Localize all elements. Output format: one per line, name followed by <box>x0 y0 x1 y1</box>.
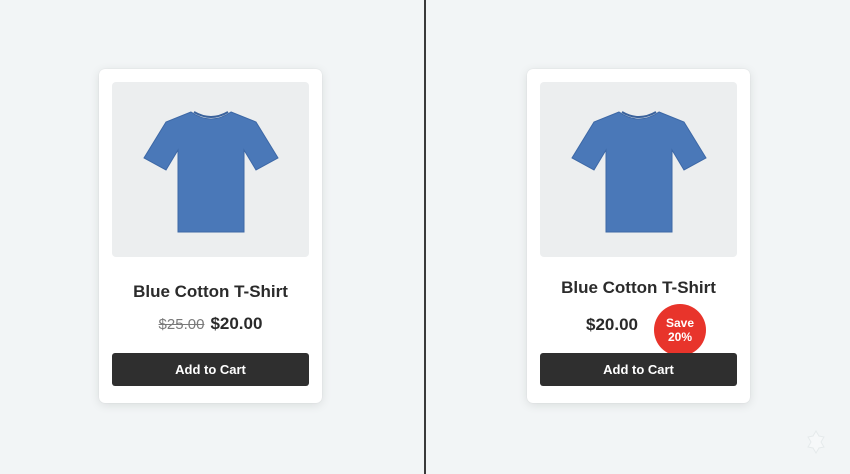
sale-price: $20.00 <box>210 314 263 333</box>
product-image[interactable] <box>112 82 309 257</box>
product-title: Blue Cotton T-Shirt <box>561 278 716 297</box>
price-row: $25.00 $20.00 <box>99 314 322 334</box>
product-card-variant: Blue Cotton T-Shirt $20.00 Save 20% Add … <box>527 69 750 403</box>
badge-label: Save <box>665 316 695 330</box>
badge-percent: 20% <box>667 330 693 344</box>
tshirt-icon <box>142 110 279 232</box>
watermark-icon <box>807 430 825 454</box>
add-to-cart-button[interactable]: Add to Cart <box>540 353 737 386</box>
product-image[interactable] <box>540 82 737 257</box>
add-to-cart-button[interactable]: Add to Cart <box>112 353 309 386</box>
product-card-original: Blue Cotton T-Shirt $25.00 $20.00 Add to… <box>99 69 322 403</box>
discount-badge: Save 20% <box>654 304 706 356</box>
sale-price: $20.00 <box>586 315 638 334</box>
comparison-divider <box>424 0 426 474</box>
tshirt-icon <box>570 110 707 232</box>
product-title: Blue Cotton T-Shirt <box>133 282 288 301</box>
original-price: $25.00 <box>158 316 205 333</box>
